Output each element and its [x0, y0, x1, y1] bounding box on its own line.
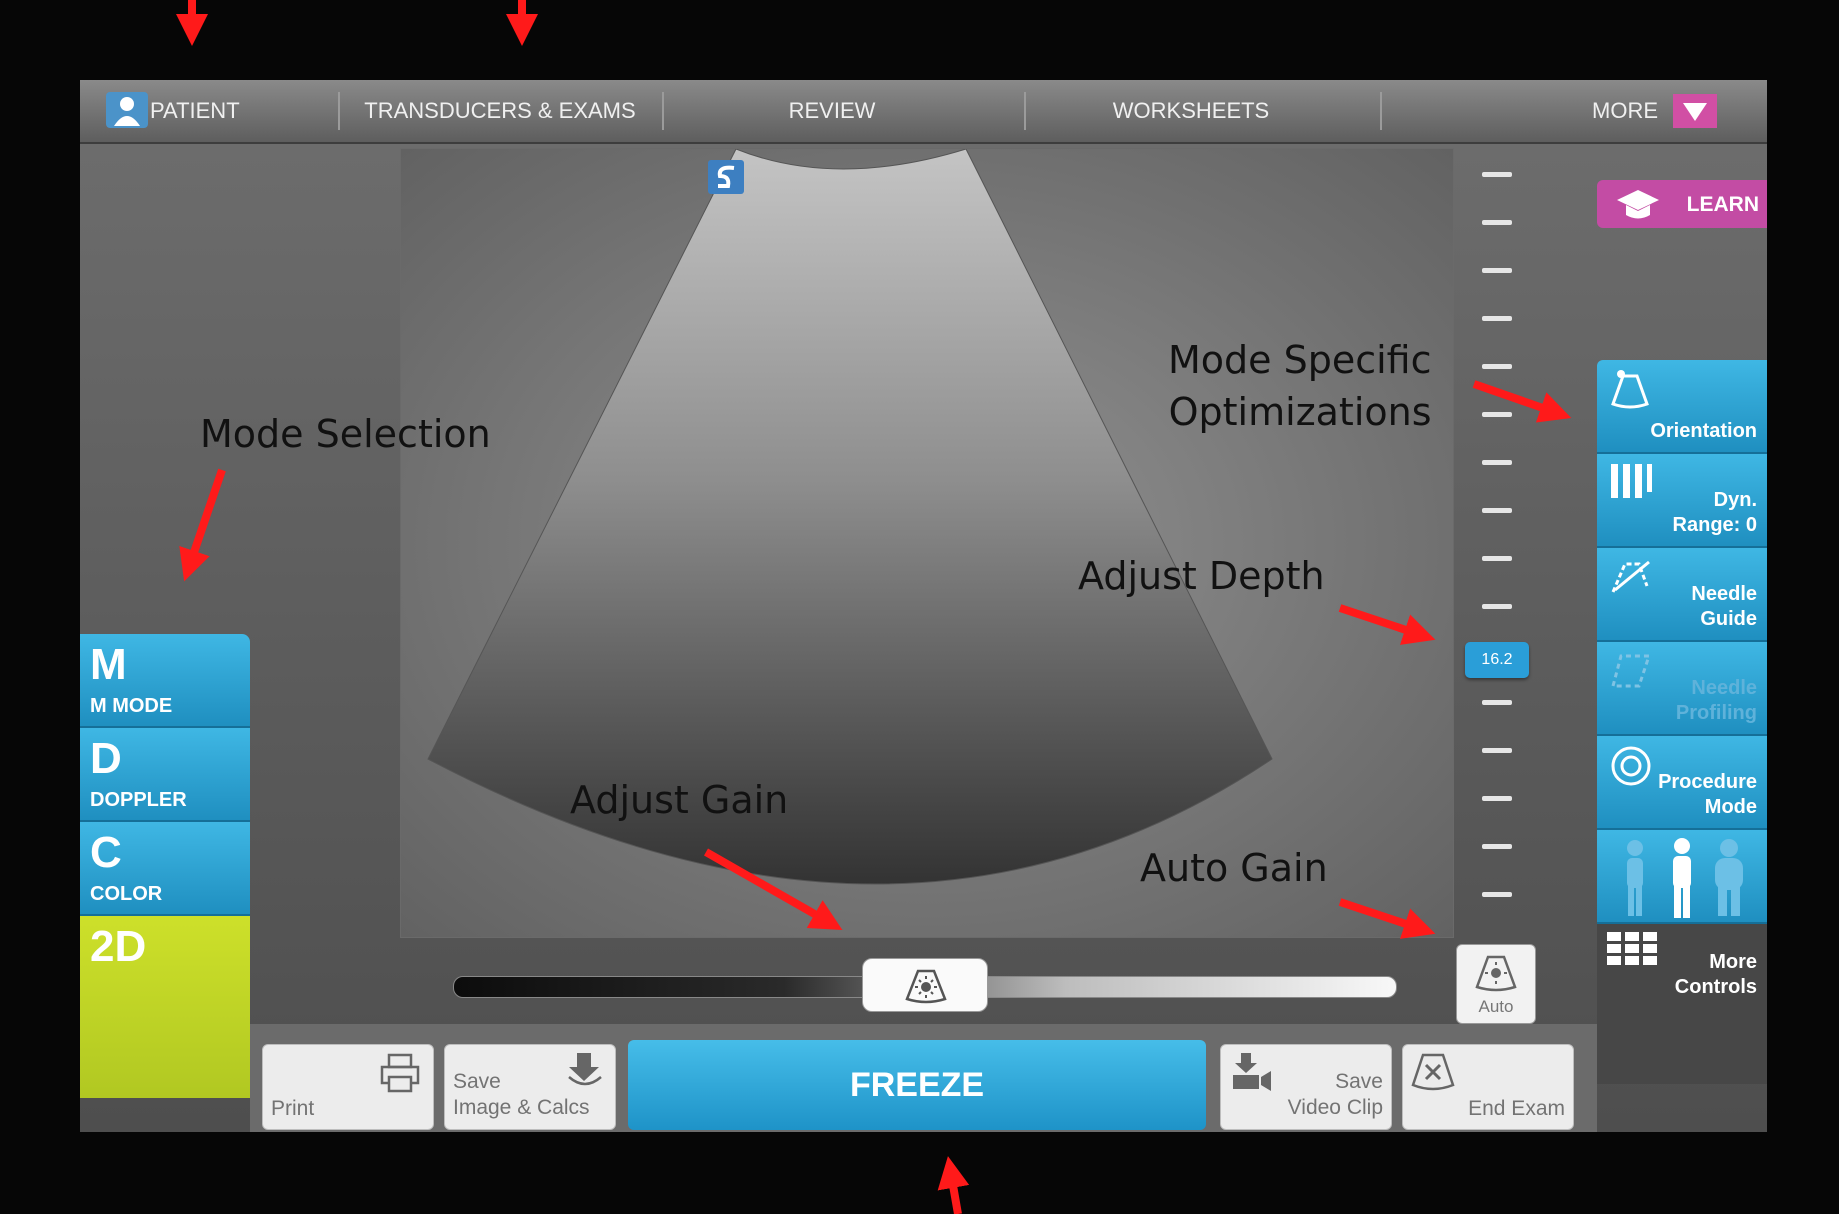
arrow-to-freeze	[937, 1156, 970, 1214]
arrow-to-gain-slider	[704, 848, 843, 930]
arrow-to-depth	[1338, 604, 1436, 645]
arrow-to-auto-gain	[1338, 898, 1436, 939]
arrow-to-mode-selection	[179, 468, 226, 582]
arrow-to-mode-controls	[1472, 380, 1572, 423]
annotation-arrows	[176, 0, 1572, 1214]
